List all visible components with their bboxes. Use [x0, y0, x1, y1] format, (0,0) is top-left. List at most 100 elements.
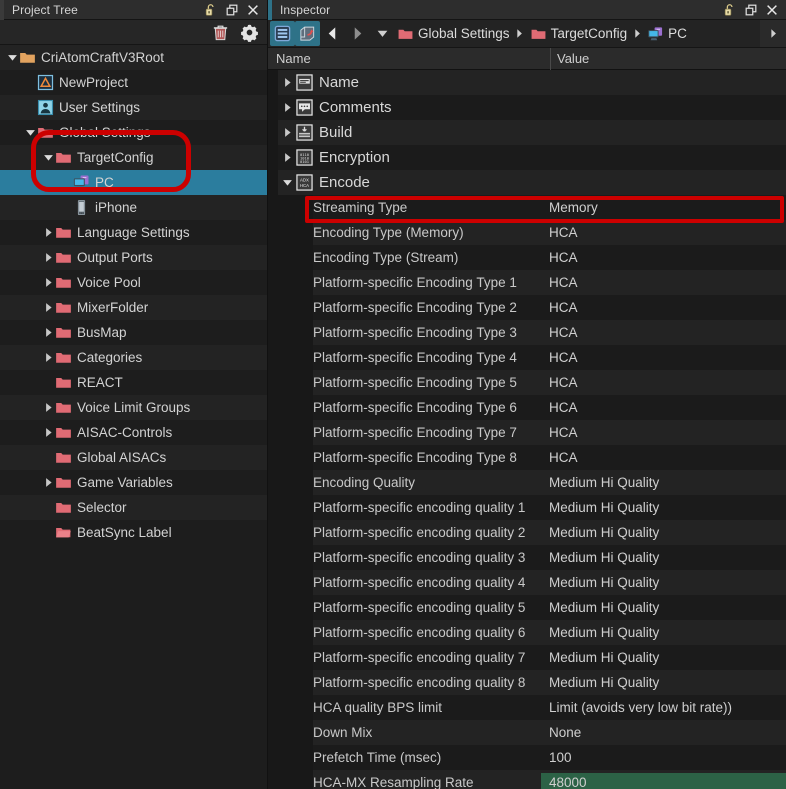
tree-twisty[interactable] [6, 51, 19, 64]
tree-item-beatsync-label[interactable]: BeatSync Label [0, 520, 267, 545]
property-row-hca-quality-bps-limit[interactable]: HCA quality BPS limit Limit (avoids very … [268, 695, 786, 720]
chevron-right-icon[interactable] [43, 252, 54, 263]
group-twisty[interactable] [278, 177, 296, 188]
property-grid-list[interactable]: Name Comments Build 0110 1010 0101 Encryption A… [268, 70, 786, 789]
property-row-platform-specific-encoding-type-1[interactable]: Platform-specific Encoding Type 1 HCA [268, 270, 786, 295]
chevron-down-icon[interactable] [43, 152, 54, 163]
property-row-platform-specific-encoding-quality-7[interactable]: Platform-specific encoding quality 7 Medi… [268, 645, 786, 670]
tree-item-selector[interactable]: Selector [0, 495, 267, 520]
property-row-platform-specific-encoding-type-8[interactable]: Platform-specific Encoding Type 8 HCA [268, 445, 786, 470]
tree-item-newproject[interactable]: NewProject [0, 70, 267, 95]
property-value[interactable]: Medium Hi Quality [541, 670, 786, 695]
chevron-down-icon[interactable] [7, 52, 18, 63]
property-value[interactable]: HCA [541, 370, 786, 395]
chevron-right-icon[interactable] [43, 352, 54, 363]
group-twisty[interactable] [278, 127, 296, 138]
tree-item-output-ports[interactable]: Output Ports [0, 245, 267, 270]
column-header-name[interactable]: Name [268, 47, 551, 70]
tree-twisty[interactable] [42, 526, 55, 539]
tree-twisty[interactable] [42, 501, 55, 514]
tree-twisty[interactable] [60, 201, 73, 214]
property-row-platform-specific-encoding-type-2[interactable]: Platform-specific Encoding Type 2 HCA [268, 295, 786, 320]
chevron-right-icon[interactable] [282, 152, 293, 163]
property-row-platform-specific-encoding-type-5[interactable]: Platform-specific Encoding Type 5 HCA [268, 370, 786, 395]
forward-button[interactable] [345, 21, 370, 47]
property-value[interactable]: Memory [541, 195, 786, 220]
property-value[interactable]: Medium Hi Quality [541, 470, 786, 495]
tree-twisty[interactable] [42, 276, 55, 289]
tree-item-categories[interactable]: Categories [0, 345, 267, 370]
breadcrumb-item-global-settings[interactable]: Global Settings [395, 26, 512, 42]
group-twisty[interactable] [278, 102, 296, 113]
tree-twisty[interactable] [42, 151, 55, 164]
property-value[interactable]: Medium Hi Quality [541, 645, 786, 670]
tree-item-global-aisacs[interactable]: Global AISACs [0, 445, 267, 470]
property-row-platform-specific-encoding-quality-6[interactable]: Platform-specific encoding quality 6 Medi… [268, 620, 786, 645]
list-view-toggle[interactable] [270, 21, 295, 46]
chevron-right-icon[interactable] [43, 427, 54, 438]
tree-item-react[interactable]: REACT [0, 370, 267, 395]
chevron-right-icon[interactable] [43, 477, 54, 488]
property-value[interactable]: 48000 [541, 770, 786, 789]
property-row-platform-specific-encoding-quality-2[interactable]: Platform-specific encoding quality 2 Medi… [268, 520, 786, 545]
tree-item-pc[interactable]: PC [0, 170, 267, 195]
close-icon[interactable] [765, 3, 779, 17]
property-value[interactable]: Medium Hi Quality [541, 595, 786, 620]
property-value[interactable]: Medium Hi Quality [541, 570, 786, 595]
history-dropdown-button[interactable] [370, 21, 395, 47]
tree-twisty[interactable] [24, 76, 37, 89]
property-value[interactable]: HCA [541, 420, 786, 445]
tree-twisty[interactable] [42, 451, 55, 464]
property-row-platform-specific-encoding-quality-1[interactable]: Platform-specific encoding quality 1 Medi… [268, 495, 786, 520]
breadcrumb-more-button[interactable] [760, 20, 786, 47]
property-value[interactable]: HCA [541, 245, 786, 270]
chevron-right-icon[interactable] [43, 327, 54, 338]
chevron-right-icon[interactable] [43, 277, 54, 288]
chevron-down-icon[interactable] [25, 127, 36, 138]
property-row-platform-specific-encoding-type-3[interactable]: Platform-specific Encoding Type 3 HCA [268, 320, 786, 345]
close-icon[interactable] [246, 3, 260, 17]
tree-item-game-variables[interactable]: Game Variables [0, 470, 267, 495]
tree-twisty[interactable] [42, 226, 55, 239]
tree-twisty[interactable] [42, 251, 55, 264]
property-value[interactable]: Limit (avoids very low bit rate)) [541, 695, 786, 720]
property-row-encoding-type-stream[interactable]: Encoding Type (Stream) HCA [268, 245, 786, 270]
tree-twisty[interactable] [42, 326, 55, 339]
tree-item-language-settings[interactable]: Language Settings [0, 220, 267, 245]
tree-item-global-settings[interactable]: Global Settings [0, 120, 267, 145]
property-row-platform-specific-encoding-quality-8[interactable]: Platform-specific encoding quality 8 Medi… [268, 670, 786, 695]
chevron-right-icon[interactable] [43, 302, 54, 313]
property-row-hca-mx-resampling-rate[interactable]: HCA-MX Resampling Rate 48000 [268, 770, 786, 789]
property-value[interactable]: Medium Hi Quality [541, 620, 786, 645]
tree-twisty[interactable] [42, 376, 55, 389]
tree-twisty[interactable] [24, 126, 37, 139]
property-value[interactable]: HCA [541, 345, 786, 370]
tree-twisty[interactable] [42, 351, 55, 364]
property-row-platform-specific-encoding-quality-4[interactable]: Platform-specific encoding quality 4 Medi… [268, 570, 786, 595]
tree-item-targetconfig[interactable]: TargetConfig [0, 145, 267, 170]
tree-item-voice-pool[interactable]: Voice Pool [0, 270, 267, 295]
property-value[interactable]: HCA [541, 395, 786, 420]
gear-icon[interactable] [240, 23, 259, 42]
property-value[interactable]: HCA [541, 270, 786, 295]
tree-item-mixerfolder[interactable]: MixerFolder [0, 295, 267, 320]
breadcrumb-item-targetconfig[interactable]: TargetConfig [528, 26, 630, 42]
property-row-platform-specific-encoding-quality-3[interactable]: Platform-specific encoding quality 3 Medi… [268, 545, 786, 570]
property-value[interactable]: Medium Hi Quality [541, 545, 786, 570]
tree-item-criatomcraftv3root[interactable]: CriAtomCraftV3Root [0, 45, 267, 70]
tree-twisty[interactable] [24, 101, 37, 114]
chevron-right-icon[interactable] [282, 102, 293, 113]
tree-item-aisac-controls[interactable]: AISAC-Controls [0, 420, 267, 445]
chevron-down-icon[interactable] [282, 177, 293, 188]
project-tree-list[interactable]: CriAtomCraftV3Root NewProject User Setti… [0, 45, 267, 789]
restore-window-icon[interactable] [225, 3, 239, 17]
property-row-encode[interactable]: ADX HCA Encode [268, 170, 786, 195]
trash-icon[interactable] [211, 23, 230, 42]
property-value[interactable]: HCA [541, 220, 786, 245]
chevron-right-icon[interactable] [43, 227, 54, 238]
property-row-platform-specific-encoding-type-7[interactable]: Platform-specific Encoding Type 7 HCA [268, 420, 786, 445]
property-row-comments[interactable]: Comments [268, 95, 786, 120]
property-row-platform-specific-encoding-type-4[interactable]: Platform-specific Encoding Type 4 HCA [268, 345, 786, 370]
chevron-right-icon[interactable] [282, 77, 293, 88]
property-value[interactable]: 100 [541, 745, 786, 770]
